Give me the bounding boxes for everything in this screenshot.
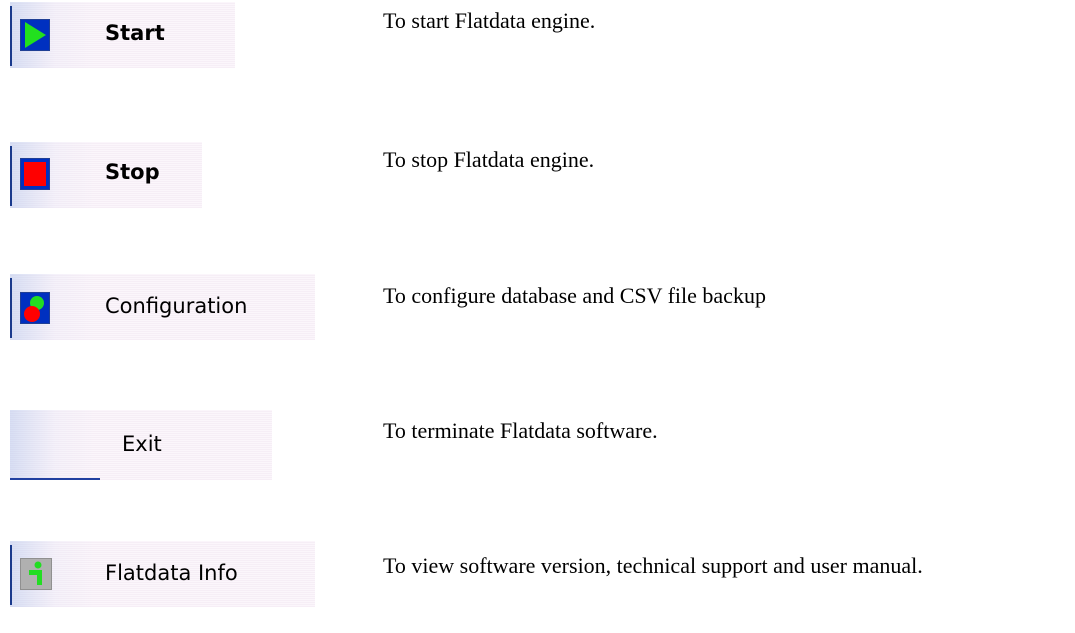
stop-description: To stop Flatdata engine. — [383, 147, 595, 172]
configuration-description: To configure database and CSV file backu… — [383, 283, 766, 308]
stop-button[interactable]: Stop — [10, 142, 202, 208]
configuration-button-label: Configuration — [105, 294, 248, 318]
exit-description: To terminate Flatdata software. — [383, 418, 658, 443]
exit-button-label: Exit — [122, 432, 162, 456]
info-icon — [20, 558, 52, 590]
start-description: To start Flatdata engine. — [383, 8, 596, 33]
start-button-label: Start — [105, 21, 165, 45]
flatdata-info-button[interactable]: Flatdata Info — [10, 541, 315, 607]
stop-icon — [20, 158, 50, 190]
button-edge — [10, 146, 12, 206]
start-button[interactable]: Start — [10, 2, 235, 68]
configuration-button[interactable]: Configuration — [10, 274, 315, 340]
flatdata-info-button-label: Flatdata Info — [105, 561, 238, 585]
configuration-icon — [20, 292, 50, 324]
flatdata-info-description: To view software version, technical supp… — [383, 553, 923, 578]
button-edge — [10, 278, 12, 338]
exit-button[interactable]: Exit — [10, 410, 272, 480]
play-icon — [20, 19, 50, 51]
stop-button-label: Stop — [105, 160, 160, 184]
exit-underline — [10, 478, 100, 480]
button-edge — [10, 545, 12, 605]
button-edge — [10, 6, 12, 66]
